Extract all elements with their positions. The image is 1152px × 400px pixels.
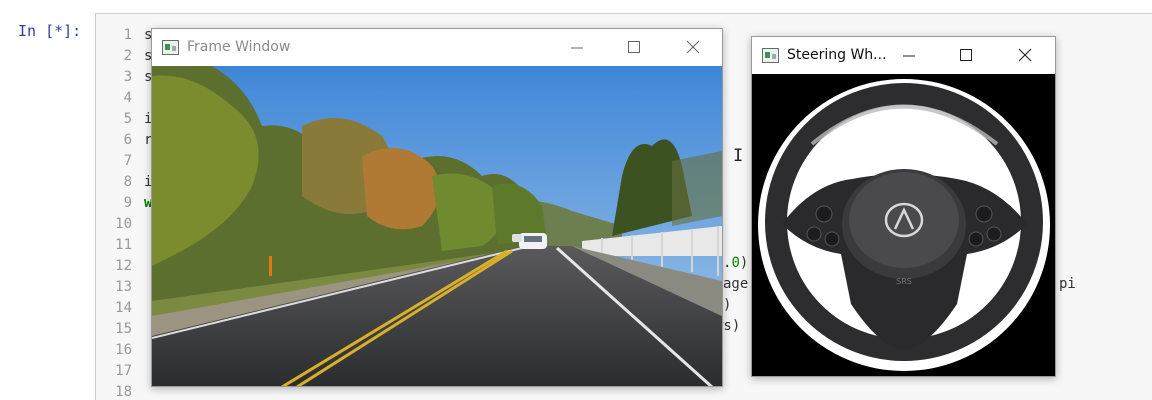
window-title: Steering Wh... xyxy=(787,47,887,63)
code-fragment-text: ) xyxy=(739,255,749,271)
close-icon xyxy=(1018,48,1031,62)
line-number: 13 xyxy=(115,279,132,295)
window-title: Frame Window xyxy=(187,39,291,55)
line-number: 1 xyxy=(123,27,132,43)
line-number: 14 xyxy=(115,300,132,316)
line-number: 15 xyxy=(115,321,132,337)
app-window-icon xyxy=(162,40,179,55)
code-fragment: pi xyxy=(1059,276,1076,292)
line-number: 2 xyxy=(123,48,132,64)
line-number: 11 xyxy=(115,237,132,253)
svg-text:SRS: SRS xyxy=(896,277,912,286)
minimize-icon xyxy=(903,55,915,57)
minimize-button[interactable] xyxy=(894,41,924,69)
line-number: 16 xyxy=(115,342,132,358)
steering-wheel-image: SRS xyxy=(752,74,1055,376)
line-number: 12 xyxy=(115,258,132,274)
frame-image xyxy=(152,66,722,386)
line-number: 17 xyxy=(115,363,132,379)
steering-wheel-icon: SRS xyxy=(752,74,1055,376)
frame-window[interactable]: Frame Window xyxy=(151,28,723,387)
code-fragment-number: 0 xyxy=(731,255,740,271)
minimize-icon xyxy=(571,47,583,49)
line-number: 10 xyxy=(115,216,132,232)
maximize-icon xyxy=(628,41,640,53)
app-window-icon xyxy=(762,48,779,63)
road-scene-image xyxy=(152,66,722,386)
maximize-icon xyxy=(960,49,972,61)
text-cursor-icon: I xyxy=(733,146,744,166)
minimize-button[interactable] xyxy=(562,33,592,61)
line-number-gutter: 1 2 3 4 5 6 7 8 9 10 11 12 13 14 15 16 1… xyxy=(96,25,132,400)
line-number: 6 xyxy=(123,132,132,148)
code-fragment: ) xyxy=(723,297,732,313)
wheel-window-titlebar[interactable]: Steering Wh... xyxy=(752,37,1055,74)
maximize-button[interactable] xyxy=(619,33,649,61)
line-number: 5 xyxy=(123,111,132,127)
frame-window-titlebar[interactable]: Frame Window xyxy=(152,29,722,66)
line-number: 9 xyxy=(123,195,132,211)
code-fragment: age xyxy=(723,276,749,292)
code-fragment: .0) xyxy=(723,253,748,274)
close-button[interactable] xyxy=(1010,41,1040,69)
line-number: 18 xyxy=(115,384,132,400)
close-icon xyxy=(686,40,699,54)
maximize-button[interactable] xyxy=(951,41,981,69)
line-number: 7 xyxy=(123,153,132,169)
line-number: 4 xyxy=(123,90,132,106)
close-button[interactable] xyxy=(678,33,708,61)
steering-wheel-window[interactable]: Steering Wh... SRS xyxy=(751,36,1056,377)
line-number: 3 xyxy=(123,69,132,85)
cell-prompt: In [*]: xyxy=(18,22,82,40)
line-number: 8 xyxy=(123,174,132,190)
